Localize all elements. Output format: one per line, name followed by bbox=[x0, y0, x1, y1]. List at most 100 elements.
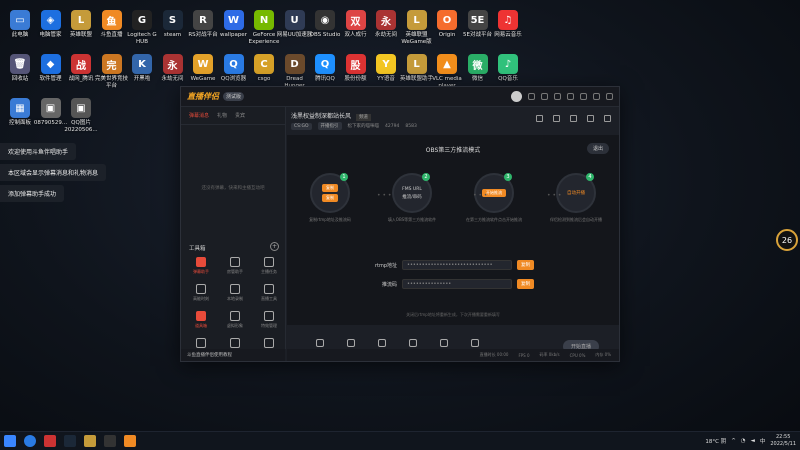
app-icon: U bbox=[284, 10, 305, 30]
copy-key-button[interactable]: 复制 bbox=[322, 194, 338, 202]
copy-rtmp-button[interactable]: 复制 bbox=[517, 260, 534, 270]
tool-icon bbox=[196, 257, 206, 267]
desktop-icon-label: steam bbox=[163, 32, 182, 38]
tool-item[interactable]: 道具箱 bbox=[185, 311, 217, 329]
toolbar-icon bbox=[408, 339, 417, 347]
exit-button[interactable]: 退出 bbox=[586, 143, 609, 154]
tool-label: 道具箱 bbox=[195, 323, 207, 328]
empty-message: 还没有弹幕，快来和主播互动吧 bbox=[201, 186, 265, 191]
desktop-icon[interactable]: ▣ QQ图片20220506... bbox=[62, 98, 100, 134]
app-icon: ◈ bbox=[40, 10, 61, 30]
app-icon: L bbox=[406, 54, 427, 74]
app-icon: ▣ bbox=[40, 98, 61, 118]
tool-item[interactable]: 直播工具 bbox=[253, 284, 285, 302]
fms-url-text: FMS URL bbox=[402, 186, 422, 192]
search-icon[interactable] bbox=[24, 435, 36, 447]
stream-guide[interactable]: 开播指引 bbox=[317, 122, 342, 130]
app-icon: G bbox=[132, 10, 152, 30]
ime-indicator[interactable]: 中 bbox=[760, 437, 766, 445]
rtmp-field[interactable]: ••••••••••••••••••••••••••••• bbox=[402, 260, 512, 270]
tool-icon bbox=[196, 284, 206, 294]
mail-icon[interactable] bbox=[528, 93, 535, 100]
tool-icon bbox=[264, 311, 274, 321]
game-category[interactable]: CS:GO bbox=[291, 122, 312, 130]
copy-rtmp-button[interactable]: 复制 bbox=[322, 184, 338, 192]
toolbox-add-icon[interactable]: + bbox=[270, 242, 279, 251]
obs-icon[interactable] bbox=[104, 435, 116, 447]
steps: 1 复制 复制 复制rtmp地址及推流码 2 FMS URL 推流/串码 填入O… bbox=[297, 173, 609, 223]
room-title-text[interactable]: 浅黑权益制深都站长风 bbox=[291, 113, 351, 120]
close-icon[interactable] bbox=[606, 93, 613, 100]
league-icon[interactable] bbox=[84, 435, 96, 447]
tool-icon bbox=[230, 311, 240, 321]
tab-vip[interactable]: 贵宾 bbox=[235, 112, 245, 119]
share-icon[interactable] bbox=[604, 115, 611, 122]
app-icon[interactable] bbox=[44, 435, 56, 447]
start-icon[interactable] bbox=[4, 435, 16, 447]
stream-key-label: 推流码 bbox=[381, 281, 397, 288]
weather[interactable]: 18°C 阴 bbox=[705, 437, 726, 445]
tool-item[interactable]: 高能时刻 bbox=[185, 284, 217, 302]
float-ring-widget[interactable]: 26 bbox=[748, 229, 798, 251]
lock-icon[interactable] bbox=[553, 115, 560, 122]
toolbar-icon bbox=[346, 339, 355, 347]
left-panel: 弹幕消息 礼物 贵宾 还没有弹幕，快来和主播互动吧 工具箱 + 弹幕助手 房管助手… bbox=[181, 107, 286, 361]
tool-icon bbox=[196, 338, 206, 348]
tool-item[interactable]: 主播任务 bbox=[253, 257, 285, 275]
tool-item[interactable]: 特效管理 bbox=[253, 311, 285, 329]
edit-icon[interactable] bbox=[570, 115, 577, 122]
steam-icon[interactable] bbox=[64, 435, 76, 447]
desktop-icon-label: 5E对战平台 bbox=[463, 32, 492, 38]
tool-item[interactable]: 本地录制 bbox=[219, 284, 251, 302]
obs-mode-panel: OBS第三方推流模式 退出 1 复制 复制 复制rtmp地址及推流码 2 FMS… bbox=[287, 135, 619, 325]
toolbox-grid: 弹幕助手房管助手主播任务高能时刻本地录制直播工具道具箱虚拟形象特效管理……… bbox=[185, 257, 285, 355]
desktop-icon-label: QQ浏览器 bbox=[220, 76, 247, 82]
douyu-icon[interactable] bbox=[124, 435, 136, 447]
tool-label: 高能时刻 bbox=[193, 296, 209, 301]
toolbar-icon bbox=[377, 339, 386, 347]
tool-label: 主播任务 bbox=[261, 269, 277, 274]
bell-icon[interactable] bbox=[587, 115, 594, 122]
save-icon[interactable] bbox=[536, 115, 543, 122]
tool-item[interactable]: 房管助手 bbox=[219, 257, 251, 275]
gift-icon[interactable] bbox=[541, 93, 548, 100]
app-icon: ♪ bbox=[498, 54, 518, 74]
desktop-icon[interactable]: ♪ QQ音乐 bbox=[489, 54, 527, 83]
tutorial-link[interactable]: 斗鱼直播伴侣使用教程 bbox=[181, 349, 285, 361]
app-icon: 5E bbox=[467, 10, 488, 30]
chevron-up-icon[interactable]: ^ bbox=[731, 438, 736, 444]
maximize-icon[interactable] bbox=[593, 93, 600, 100]
avatar[interactable] bbox=[511, 91, 522, 102]
rtmp-label: rtmp地址 bbox=[374, 262, 397, 269]
tab-danmaku[interactable]: 弹幕消息 bbox=[189, 112, 209, 119]
status-item: CPU 0% bbox=[569, 352, 586, 358]
status-item: FPS 0 bbox=[518, 352, 530, 358]
step-number: 3 bbox=[504, 173, 512, 181]
copy-key-button[interactable]: 复制 bbox=[517, 279, 534, 289]
desktop-icon-label: 回收站 bbox=[11, 76, 29, 82]
desktop-icon-label: YY语音 bbox=[377, 76, 395, 82]
hint-text: 关闭后rtmp地址将重新生成，下次开播需要重新填写 bbox=[406, 312, 500, 317]
settings-icon[interactable] bbox=[567, 93, 574, 100]
tab-gifts[interactable]: 礼物 bbox=[217, 112, 227, 119]
desktop-icon-label: 斗鱼直播 bbox=[100, 32, 123, 38]
auto-live-text: 自动开播 bbox=[567, 191, 585, 196]
clock[interactable]: 22:55 2022/5/11 bbox=[770, 434, 796, 448]
shirt-icon[interactable] bbox=[554, 93, 561, 100]
room-tag[interactable]: 频道 bbox=[355, 114, 371, 121]
status-bar: 直播时长 00:00 FPS 0 码率 0kb/s CPU 0% 内存 0% bbox=[287, 349, 619, 361]
app-icon: 完 bbox=[101, 54, 122, 74]
tool-item[interactable]: 弹幕助手 bbox=[185, 257, 217, 275]
desktop-icon-label: RS对战平台 bbox=[188, 32, 218, 38]
wifi-icon[interactable]: ◔ bbox=[741, 438, 746, 444]
tool-item[interactable]: 虚拟形象 bbox=[219, 311, 251, 329]
stream-key-field[interactable]: ••••••••••••••• bbox=[402, 279, 512, 289]
desktop-icon-label: 腾讯QQ bbox=[315, 76, 335, 82]
step-desc: 伴侣检测到推流后会自动开播 bbox=[550, 217, 602, 222]
app-icon: S bbox=[162, 10, 183, 30]
desktop-icon[interactable]: ♫ 网易云音乐 bbox=[489, 10, 527, 39]
minimize-icon[interactable] bbox=[580, 93, 587, 100]
volume-icon[interactable]: ◄ bbox=[751, 438, 755, 444]
douyu-companion-window: 直播伴侣 测试版 弹幕消息 礼物 贵宾 还没有弹幕，快来和主播互动吧 工具箱 +… bbox=[180, 86, 620, 362]
tool-icon bbox=[264, 284, 274, 294]
